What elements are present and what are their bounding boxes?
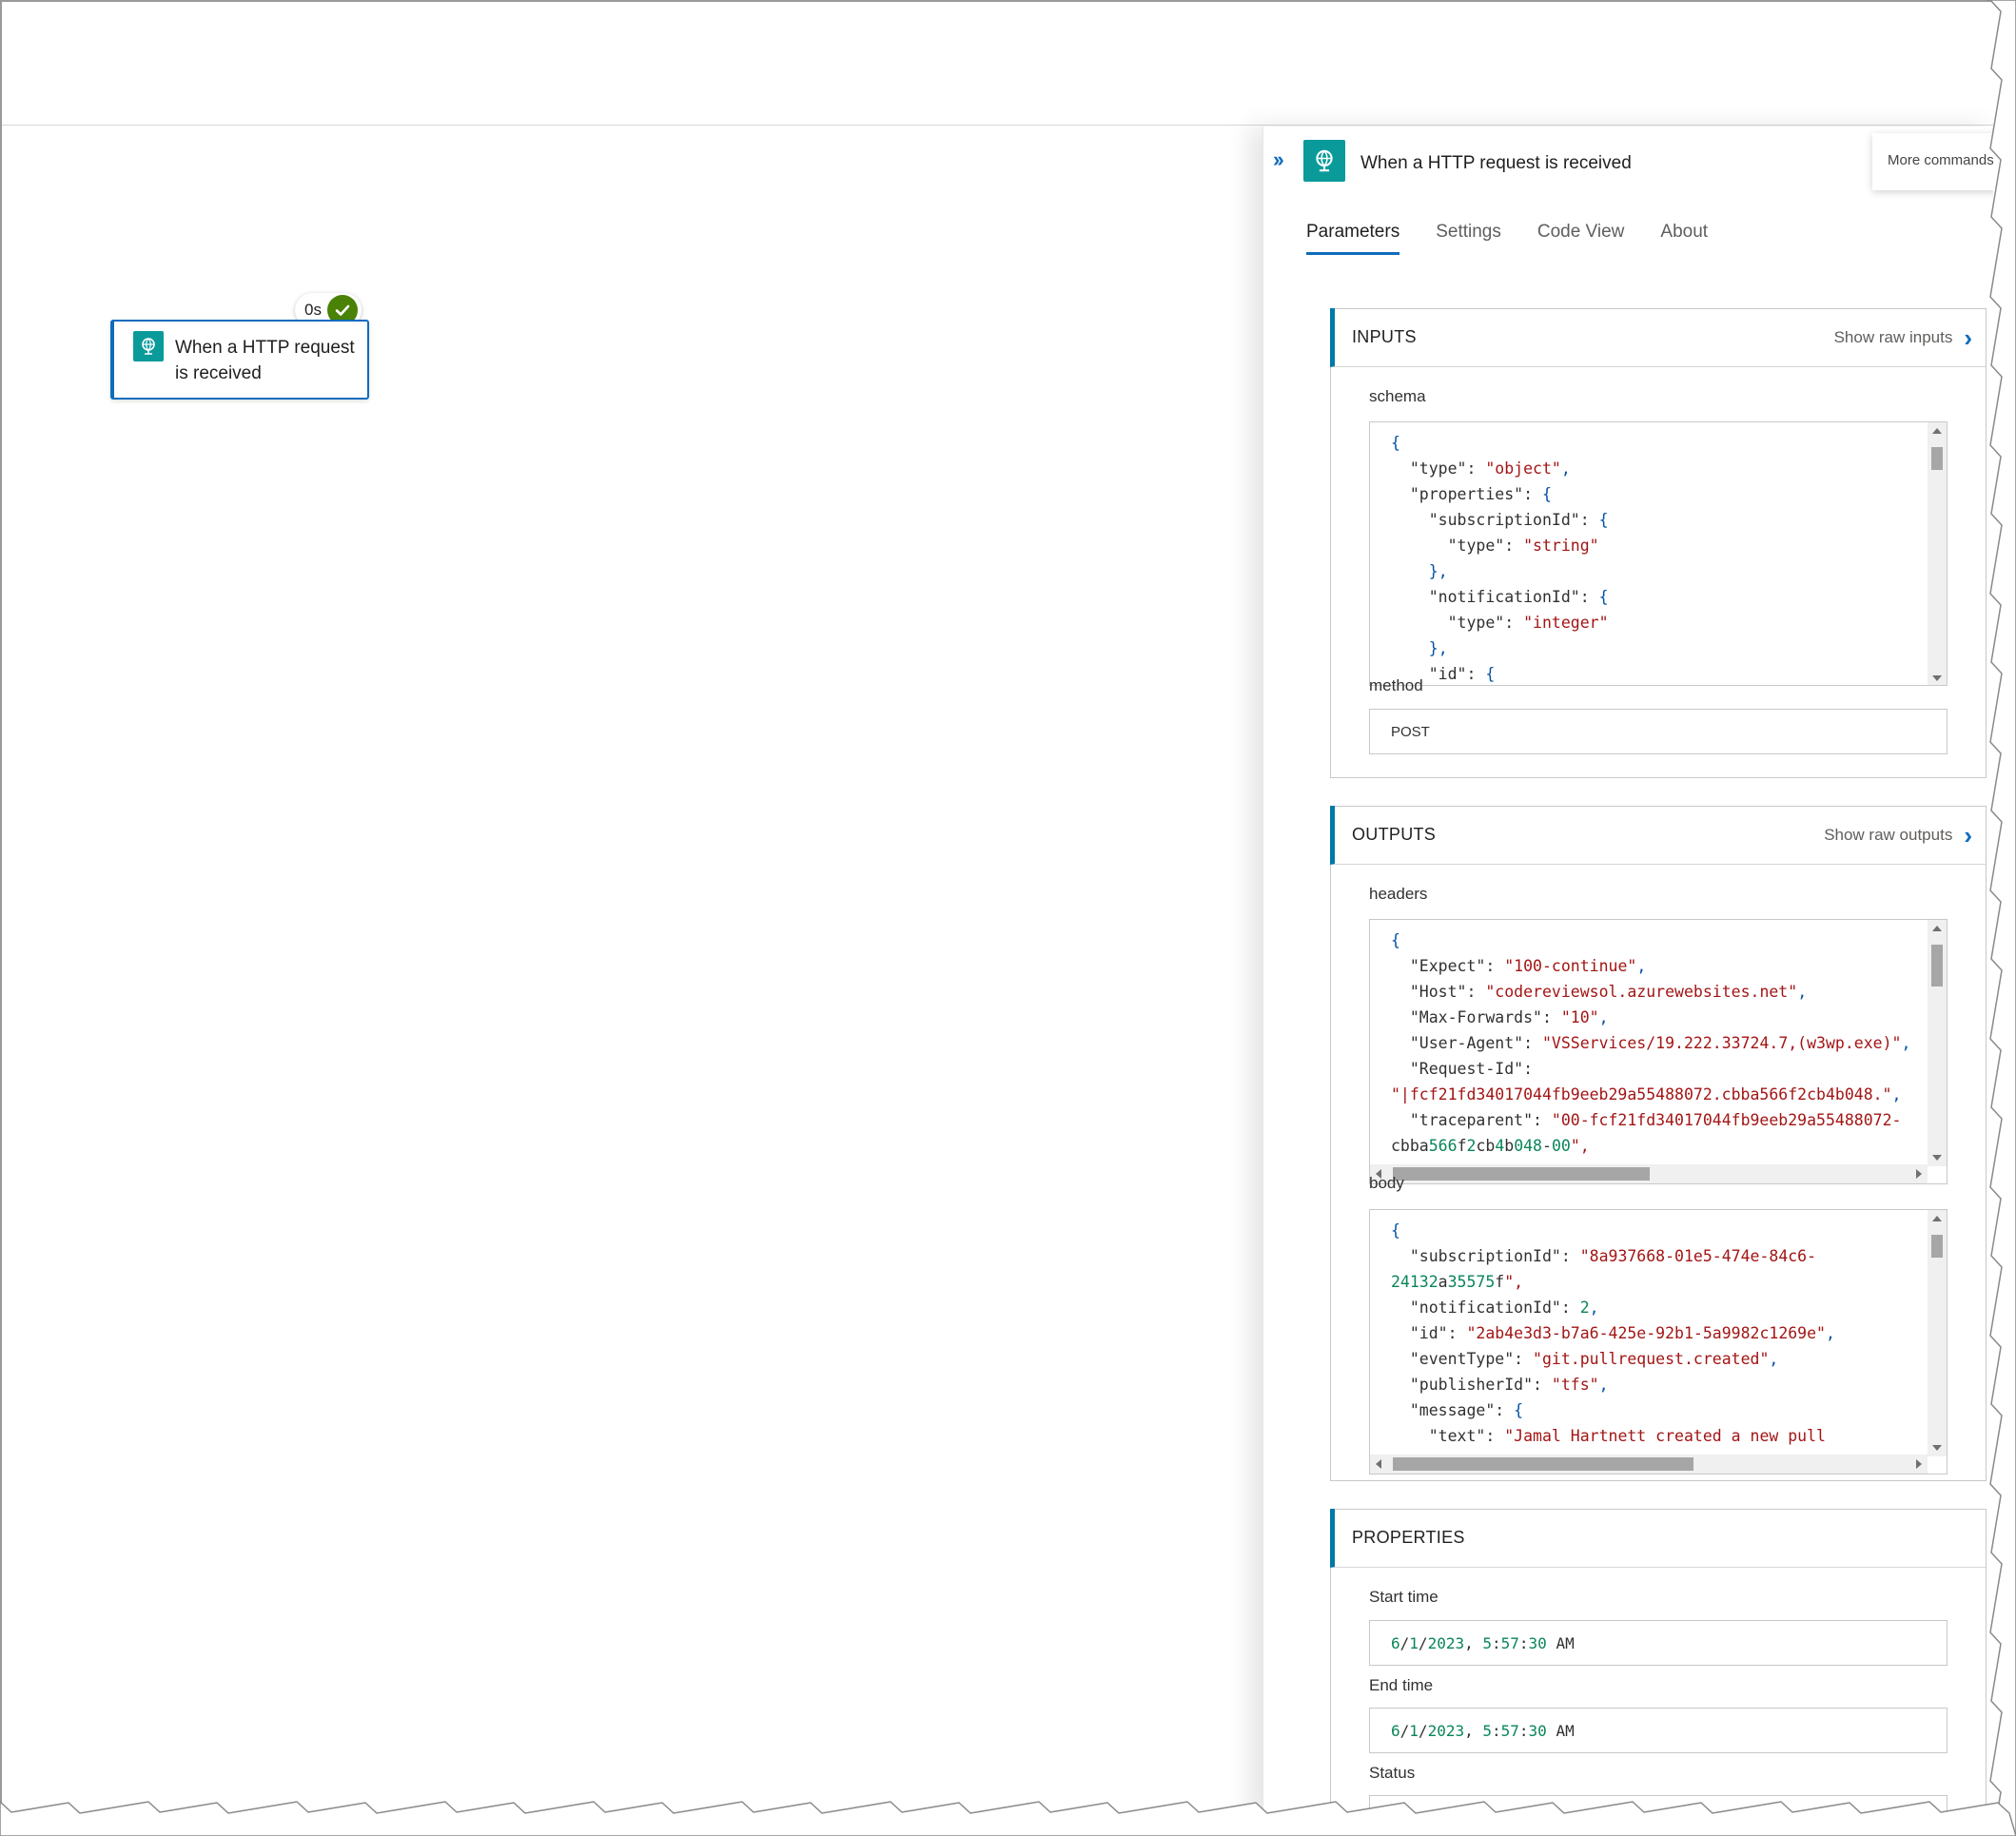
body-code-box[interactable]: { "subscriptionId": "8a937668-01e5-474e-… [1369,1209,1947,1475]
scroll-down-icon[interactable] [1932,1445,1942,1451]
end-time-label: End time [1369,1676,1434,1694]
schema-vertical-scrollbar[interactable] [1928,422,1947,685]
panel-tabs: Parameters Settings Code View About [1306,222,1708,255]
scroll-up-icon[interactable] [1932,926,1942,931]
scroll-thumb[interactable] [1931,945,1943,986]
http-request-icon [1303,140,1345,182]
more-commands-button[interactable]: More commands [1872,133,1993,190]
headers-vertical-scrollbar[interactable] [1928,920,1947,1166]
tab-parameters[interactable]: Parameters [1306,222,1400,255]
body-vertical-scrollbar[interactable] [1928,1210,1947,1456]
panel-title: When a HTTP request is received [1360,153,1632,173]
headers-code-box[interactable]: { "Expect": "100-continue", "Host": "cod… [1369,919,1947,1184]
inputs-header: INPUTS Show raw inputs › [1330,308,1986,367]
tab-code-view[interactable]: Code View [1537,222,1625,255]
body-horizontal-scrollbar[interactable] [1370,1455,1928,1474]
end-time-field: 6/1/2023, 5:57:30 AM [1369,1708,1947,1753]
show-raw-outputs-link[interactable]: Show raw outputs › [1824,823,1972,848]
headers-horizontal-scrollbar[interactable] [1370,1164,1928,1183]
method-field: POST [1369,709,1947,754]
properties-section: PROPERTIES Start time 6/1/2023, 5:57:30 … [1330,1509,1987,1812]
headers-code: { "Expect": "100-continue", "Host": "cod… [1391,931,1911,1155]
schema-code-box[interactable]: { "type": "object", "properties": { "sub… [1369,421,1947,686]
body-label: body [1369,1174,1404,1192]
show-raw-inputs-label: Show raw inputs [1833,327,1953,346]
top-bar [2,2,1993,126]
scroll-up-icon[interactable] [1932,1216,1942,1221]
chevron-right-icon: › [1964,820,1972,850]
scroll-thumb[interactable] [1393,1167,1650,1181]
chevron-right-icon: › [1964,322,1972,352]
trigger-card[interactable]: When a HTTP request is received [110,320,369,400]
properties-title: PROPERTIES [1352,1528,1465,1547]
details-panel: ›› When a HTTP request is received More … [1262,127,1993,1812]
inputs-title: INPUTS [1352,327,1417,346]
tab-settings[interactable]: Settings [1436,222,1501,255]
screenshot-frame: 0s When a HTTP request is received ›› Wh… [0,0,1993,1812]
properties-header: PROPERTIES [1330,1509,1986,1568]
torn-edge-bottom [0,1800,2016,1836]
scroll-right-icon[interactable] [1916,1459,1922,1469]
method-label: method [1369,676,1423,694]
inputs-section: INPUTS Show raw inputs › schema { "type"… [1330,308,1987,778]
scroll-right-icon[interactable] [1916,1169,1922,1179]
outputs-header: OUTPUTS Show raw outputs › [1330,806,1986,865]
schema-code: { "type": "object", "properties": { "sub… [1391,434,1609,683]
scroll-up-icon[interactable] [1932,428,1942,434]
trigger-title: When a HTTP request is received [175,338,355,383]
duration-text: 0s [304,301,322,319]
schema-label: schema [1369,387,1426,405]
show-raw-inputs-link[interactable]: Show raw inputs › [1834,325,1972,350]
show-raw-outputs-label: Show raw outputs [1824,825,1953,844]
collapse-panel-icon[interactable]: ›› [1273,147,1284,172]
end-time-value: 6/1/2023, 5:57:30 AM [1391,1721,1575,1740]
method-value: POST [1391,723,1430,740]
scroll-thumb[interactable] [1931,447,1943,470]
start-time-label: Start time [1369,1588,1439,1606]
headers-label: headers [1369,885,1428,903]
outputs-title: OUTPUTS [1352,825,1437,844]
start-time-value: 6/1/2023, 5:57:30 AM [1391,1633,1575,1652]
scroll-left-icon[interactable] [1376,1459,1381,1469]
scroll-thumb[interactable] [1393,1457,1693,1471]
body-code: { "subscriptionId": "8a937668-01e5-474e-… [1391,1221,1835,1445]
start-time-field: 6/1/2023, 5:57:30 AM [1369,1620,1947,1666]
outputs-section: OUTPUTS Show raw outputs › headers { "Ex… [1330,806,1987,1481]
scroll-down-icon[interactable] [1932,1155,1942,1161]
scroll-thumb[interactable] [1931,1235,1943,1258]
torn-edge-right [1987,0,2016,1836]
status-label: Status [1369,1764,1416,1782]
scroll-down-icon[interactable] [1932,675,1942,681]
tab-about[interactable]: About [1660,222,1708,255]
http-request-icon [133,331,164,361]
